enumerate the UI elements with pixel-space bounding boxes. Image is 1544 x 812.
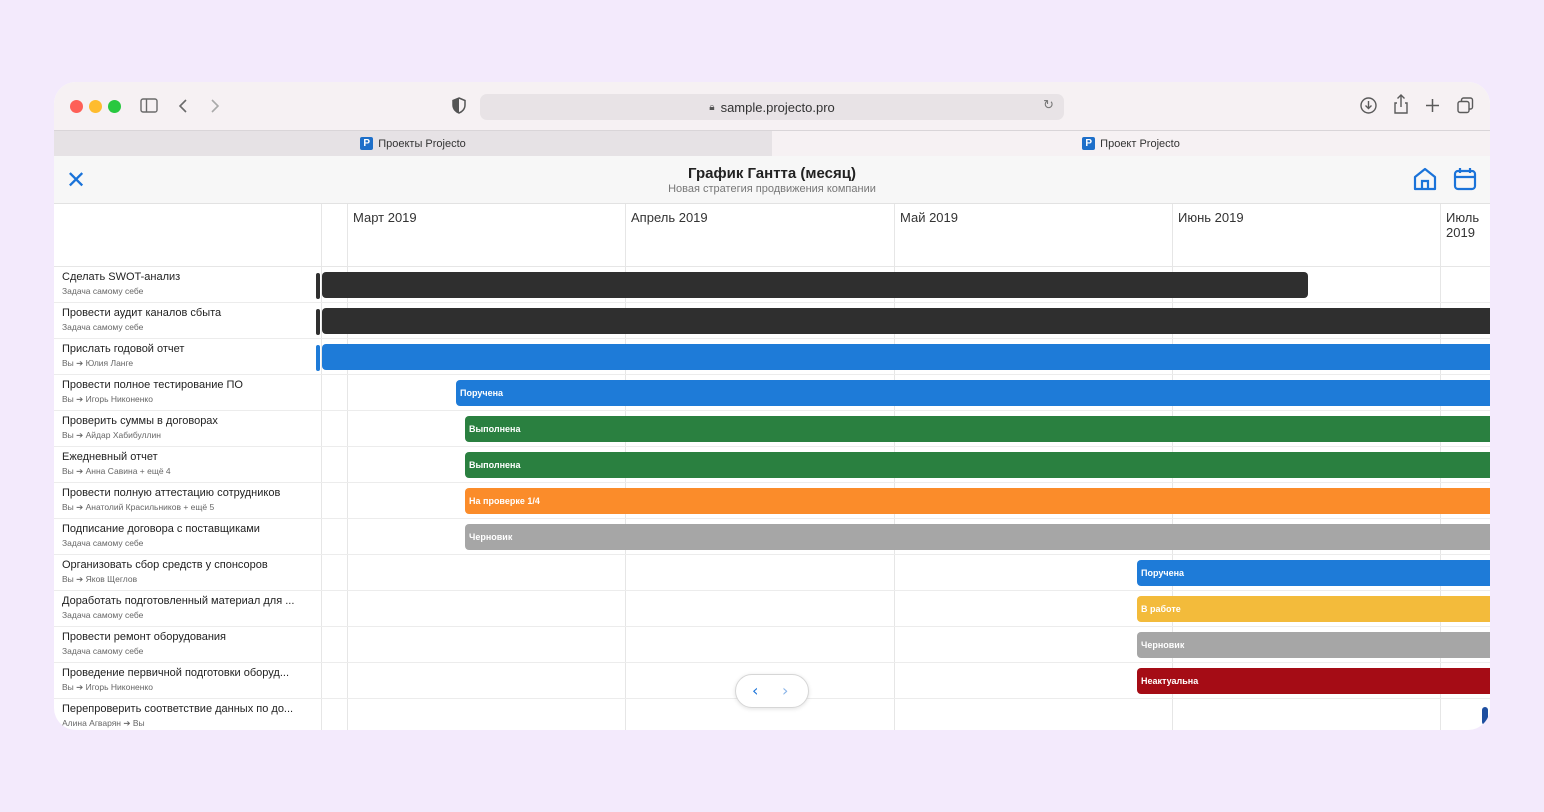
task-assignee: Задача самому себе bbox=[62, 610, 144, 620]
gantt-row: Доработать подготовленный материал для .… bbox=[54, 591, 1490, 627]
task-assignee: Задача самому себе bbox=[62, 538, 144, 548]
task-assignee: Вы ➔ Юлия Ланге bbox=[62, 358, 134, 368]
task-name[interactable]: Ежедневный отчет bbox=[62, 451, 317, 463]
task-assignee: Вы ➔ Анатолий Красильников + ещё 5 bbox=[62, 502, 215, 512]
task-bar[interactable]: Черновик bbox=[465, 524, 1490, 550]
task-bar[interactable] bbox=[1482, 707, 1488, 725]
task-name[interactable]: Сделать SWOT-анализ bbox=[62, 271, 317, 283]
task-bar[interactable]: Неактуальна bbox=[1137, 668, 1490, 694]
task-bar[interactable]: Выполнена bbox=[465, 416, 1490, 442]
month-header: Март 2019 Апрель 2019 Май 2019 Июнь 2019… bbox=[54, 204, 1490, 267]
app-header: ✕ График Гантта (месяц) Новая стратегия … bbox=[54, 156, 1490, 204]
privacy-shield-icon[interactable] bbox=[452, 97, 466, 114]
share-icon[interactable] bbox=[1393, 94, 1409, 114]
month-label: Июль 2019 bbox=[1446, 210, 1480, 240]
task-bar[interactable] bbox=[322, 272, 1308, 298]
tab-bar: P Проекты Projecto P Проект Projecto bbox=[54, 130, 1490, 156]
forward-icon[interactable] bbox=[210, 98, 220, 114]
task-name[interactable]: Провести ремонт оборудования bbox=[62, 631, 317, 643]
home-icon[interactable] bbox=[1412, 166, 1438, 192]
month-label: Апрель 2019 bbox=[631, 210, 708, 225]
zoom-window-button[interactable] bbox=[108, 100, 121, 113]
task-name[interactable]: Доработать подготовленный материал для .… bbox=[62, 595, 317, 607]
gantt-row: Организовать сбор средств у спонсоров Вы … bbox=[54, 555, 1490, 591]
minimize-window-button[interactable] bbox=[89, 100, 102, 113]
task-assignee: Задача самому себе bbox=[62, 322, 144, 332]
gantt-row: Провести ремонт оборудования Задача самом… bbox=[54, 627, 1490, 663]
url-text: sample.projecto.pro bbox=[720, 99, 835, 115]
close-window-button[interactable] bbox=[70, 100, 83, 113]
task-assignee: Задача самому себе bbox=[62, 646, 144, 656]
gantt-row: Провести полную аттестацию сотрудников Вы… bbox=[54, 483, 1490, 519]
calendar-icon[interactable] bbox=[1452, 166, 1478, 192]
projecto-favicon: P bbox=[1082, 137, 1096, 150]
page-subtitle: Новая стратегия продвижения компании bbox=[668, 183, 876, 195]
gantt-row: Провести полное тестирование ПО Вы ➔ Игор… bbox=[54, 375, 1490, 411]
tab-project[interactable]: P Проект Projecto bbox=[772, 130, 1490, 156]
month-label: Июнь 2019 bbox=[1178, 210, 1244, 225]
gantt-row: Провести аудит каналов сбыта Задача самом… bbox=[54, 303, 1490, 339]
task-name[interactable]: Проверить суммы в договорах bbox=[62, 415, 317, 427]
task-assignee: Вы ➔ Игорь Никоненко bbox=[62, 682, 153, 692]
task-bar[interactable]: На проверке 1/4 bbox=[465, 488, 1490, 514]
task-bar[interactable] bbox=[322, 308, 1490, 334]
task-bar[interactable]: Черновик bbox=[1137, 632, 1490, 658]
task-name[interactable]: Прислать годовой отчет bbox=[62, 343, 317, 355]
page-title: График Гантта (месяц) bbox=[688, 165, 856, 182]
task-name[interactable]: Организовать сбор средств у спонсоров bbox=[62, 559, 317, 571]
bar-resize-handle[interactable] bbox=[316, 273, 320, 299]
tab-projects[interactable]: P Проекты Projecto bbox=[54, 130, 772, 156]
task-bar[interactable]: В работе bbox=[1137, 596, 1490, 622]
projecto-favicon: P bbox=[360, 137, 374, 150]
task-name[interactable]: Проведение первичной подготовки оборуд..… bbox=[62, 667, 317, 679]
task-assignee: Задача самому себе bbox=[62, 286, 144, 296]
task-bar[interactable]: Выполнена bbox=[465, 452, 1490, 478]
gantt-row: Ежедневный отчет Вы ➔ Анна Савина + ещё 4… bbox=[54, 447, 1490, 483]
reload-icon[interactable]: ↻ bbox=[1043, 98, 1054, 113]
back-icon[interactable] bbox=[178, 98, 188, 114]
new-tab-icon[interactable] bbox=[1425, 98, 1440, 113]
task-assignee: Вы ➔ Яков Щеглов bbox=[62, 574, 138, 584]
task-bar[interactable] bbox=[322, 344, 1490, 370]
timeline-scroll-control: ‹ › bbox=[735, 674, 809, 708]
task-name[interactable]: Провести аудит каналов сбыта bbox=[62, 307, 317, 319]
gantt-row: Прислать годовой отчет Вы ➔ Юлия Ланге bbox=[54, 339, 1490, 375]
tab-label: Проекты Projecto bbox=[378, 137, 466, 150]
task-assignee: Вы ➔ Анна Савина + ещё 4 bbox=[62, 466, 171, 476]
browser-toolbar: 🔒︎ sample.projecto.pro ↻ bbox=[54, 82, 1490, 130]
download-icon[interactable] bbox=[1360, 97, 1377, 114]
scroll-left-icon[interactable]: ‹ bbox=[752, 681, 758, 700]
tab-overview-icon[interactable] bbox=[1457, 97, 1474, 114]
task-name[interactable]: Провести полную аттестацию сотрудников bbox=[62, 487, 317, 499]
gantt-chart: Март 2019 Апрель 2019 Май 2019 Июнь 2019… bbox=[54, 204, 1490, 730]
task-bar[interactable]: Поручена bbox=[456, 380, 1490, 406]
task-assignee: Алина Агварян ➔ Вы bbox=[62, 718, 145, 728]
gantt-row: Подписание договора с поставщиками Задача… bbox=[54, 519, 1490, 555]
gantt-row: Сделать SWOT-анализ Задача самому себе bbox=[54, 267, 1490, 303]
task-name[interactable]: Провести полное тестирование ПО bbox=[62, 379, 317, 391]
lock-icon: 🔒︎ bbox=[709, 101, 715, 113]
sidebar-toggle-icon[interactable] bbox=[140, 98, 158, 113]
task-assignee: Вы ➔ Игорь Никоненко bbox=[62, 394, 153, 404]
task-name[interactable]: Подписание договора с поставщиками bbox=[62, 523, 317, 535]
scroll-right-icon[interactable]: › bbox=[782, 681, 788, 700]
bar-resize-handle[interactable] bbox=[316, 345, 320, 371]
browser-window: 🔒︎ sample.projecto.pro ↻ P Проекты Proje… bbox=[54, 82, 1490, 730]
address-bar[interactable]: 🔒︎ sample.projecto.pro ↻ bbox=[480, 94, 1064, 120]
bar-resize-handle[interactable] bbox=[316, 309, 320, 335]
task-assignee: Вы ➔ Айдар Хабибуллин bbox=[62, 430, 161, 440]
task-bar[interactable]: Поручена bbox=[1137, 560, 1490, 586]
month-label: Март 2019 bbox=[353, 210, 417, 225]
task-name[interactable]: Перепроверить соответствие данных по до.… bbox=[62, 703, 317, 715]
tab-label: Проект Projecto bbox=[1100, 137, 1180, 150]
gantt-row: Проверить суммы в договорах Вы ➔ Айдар Ха… bbox=[54, 411, 1490, 447]
month-label: Май 2019 bbox=[900, 210, 958, 225]
